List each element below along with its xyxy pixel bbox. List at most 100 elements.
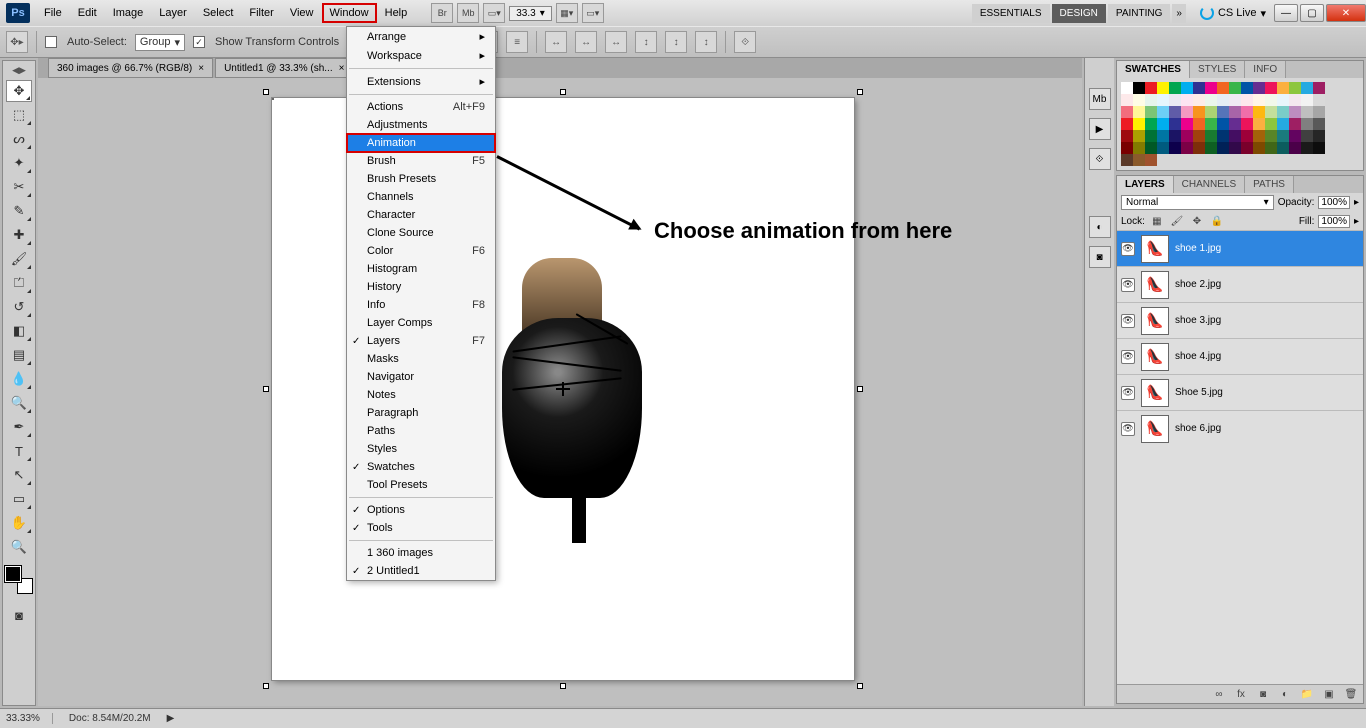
distribute-icon[interactable]: ↕ bbox=[635, 31, 657, 53]
lasso-tool[interactable]: ᔕ bbox=[6, 128, 32, 150]
layer-row[interactable]: 👁👠shoe 2.jpg bbox=[1117, 266, 1363, 302]
swatch[interactable] bbox=[1229, 142, 1241, 154]
swatch[interactable] bbox=[1241, 118, 1253, 130]
swatch[interactable] bbox=[1145, 142, 1157, 154]
distribute-icon[interactable]: ↔ bbox=[605, 31, 627, 53]
swatch[interactable] bbox=[1313, 118, 1325, 130]
blur-tool[interactable]: 💧 bbox=[6, 368, 32, 390]
collapse-icon[interactable]: ◀▶ bbox=[12, 65, 26, 76]
group-icon[interactable]: 📁 bbox=[1299, 687, 1315, 701]
quickmask-icon[interactable]: ◙ bbox=[6, 604, 32, 626]
menu-item-layer-comps[interactable]: Layer Comps bbox=[347, 314, 495, 332]
swatch[interactable] bbox=[1265, 118, 1277, 130]
swatch[interactable] bbox=[1157, 142, 1169, 154]
menu-image[interactable]: Image bbox=[105, 3, 152, 23]
swatch[interactable] bbox=[1205, 118, 1217, 130]
swatch[interactable] bbox=[1145, 82, 1157, 94]
swatch[interactable] bbox=[1241, 142, 1253, 154]
status-zoom[interactable]: 33.33% bbox=[6, 713, 53, 724]
swatch[interactable] bbox=[1229, 106, 1241, 118]
layer-thumbnail[interactable]: 👠 bbox=[1141, 235, 1169, 263]
menu-item-character[interactable]: Character bbox=[347, 206, 495, 224]
swatch[interactable] bbox=[1277, 82, 1289, 94]
swatch[interactable] bbox=[1121, 82, 1133, 94]
layer-fx-icon[interactable]: fx bbox=[1233, 687, 1249, 701]
canvas-area[interactable] bbox=[38, 78, 1082, 706]
stamp-tool[interactable]: ⏍ bbox=[6, 272, 32, 294]
close-button[interactable]: ✕ bbox=[1326, 4, 1366, 22]
menu-item-actions[interactable]: ActionsAlt+F9 bbox=[347, 98, 495, 116]
menu-item-paragraph[interactable]: Paragraph bbox=[347, 404, 495, 422]
status-arrow-icon[interactable]: ▶ bbox=[167, 713, 175, 724]
layer-row[interactable]: 👁👠shoe 4.jpg bbox=[1117, 338, 1363, 374]
move-tool-icon[interactable]: ✥▸ bbox=[6, 31, 28, 53]
marquee-tool[interactable]: ⬚ bbox=[6, 104, 32, 126]
swatch[interactable] bbox=[1181, 82, 1193, 94]
lock-all-icon[interactable]: 🔒 bbox=[1209, 214, 1225, 228]
maximize-button[interactable]: ▢ bbox=[1300, 4, 1324, 22]
swatch[interactable] bbox=[1193, 94, 1205, 106]
distribute-icon[interactable]: ↔ bbox=[575, 31, 597, 53]
menu-item-notes[interactable]: Notes bbox=[347, 386, 495, 404]
opacity-arrow[interactable]: ▸ bbox=[1354, 197, 1359, 208]
swatch[interactable] bbox=[1145, 106, 1157, 118]
doc-tab[interactable]: 360 images @ 66.7% (RGB/8)× bbox=[48, 58, 213, 78]
zoom-tool[interactable]: 🔍 bbox=[6, 536, 32, 558]
swatch[interactable] bbox=[1133, 142, 1145, 154]
gradient-tool[interactable]: ▤ bbox=[6, 344, 32, 366]
swatch[interactable] bbox=[1121, 118, 1133, 130]
swatch[interactable] bbox=[1253, 142, 1265, 154]
eyedropper-tool[interactable]: ✎ bbox=[6, 200, 32, 222]
menu-item-extensions[interactable]: Extensions▸ bbox=[347, 72, 495, 91]
menu-item-channels[interactable]: Channels bbox=[347, 188, 495, 206]
shape-tool[interactable]: ▭ bbox=[6, 488, 32, 510]
swatch[interactable] bbox=[1121, 94, 1133, 106]
swatch[interactable] bbox=[1217, 82, 1229, 94]
layer-thumbnail[interactable]: 👠 bbox=[1141, 343, 1169, 371]
type-tool[interactable]: T bbox=[6, 440, 32, 462]
swatch[interactable] bbox=[1181, 94, 1193, 106]
swatch[interactable] bbox=[1253, 94, 1265, 106]
swatch[interactable] bbox=[1289, 118, 1301, 130]
minibridge-dock-icon[interactable]: Mb bbox=[1089, 88, 1111, 110]
swatch[interactable] bbox=[1229, 82, 1241, 94]
swatch[interactable] bbox=[1313, 142, 1325, 154]
menu-file[interactable]: File bbox=[36, 3, 70, 23]
layer-thumbnail[interactable]: 👠 bbox=[1141, 307, 1169, 335]
lock-pixels-icon[interactable]: 🖌 bbox=[1169, 214, 1185, 228]
close-icon[interactable]: × bbox=[339, 63, 345, 74]
swatch[interactable] bbox=[1181, 106, 1193, 118]
menu-item-brush[interactable]: BrushF5 bbox=[347, 152, 495, 170]
swatch[interactable] bbox=[1157, 118, 1169, 130]
history-brush-tool[interactable]: ↺ bbox=[6, 296, 32, 318]
autoselect-dropdown[interactable]: Group▾ bbox=[135, 34, 185, 51]
menu-item-2-untitled1[interactable]: 2 Untitled1 bbox=[347, 562, 495, 580]
swatch[interactable] bbox=[1157, 94, 1169, 106]
swatch[interactable] bbox=[1289, 130, 1301, 142]
heal-tool[interactable]: ✚ bbox=[6, 224, 32, 246]
swatch[interactable] bbox=[1253, 130, 1265, 142]
move-tool[interactable]: ✥ bbox=[6, 80, 32, 102]
minibridge-icon[interactable]: Mb bbox=[457, 3, 479, 23]
layer-thumbnail[interactable]: 👠 bbox=[1141, 271, 1169, 299]
swatch[interactable] bbox=[1133, 154, 1145, 166]
opacity-input[interactable]: 100% bbox=[1318, 196, 1350, 209]
panel-tab-channels[interactable]: CHANNELS bbox=[1174, 176, 1245, 193]
swatch[interactable] bbox=[1133, 118, 1145, 130]
swatch[interactable] bbox=[1169, 106, 1181, 118]
menu-item-history[interactable]: History bbox=[347, 278, 495, 296]
swatch[interactable] bbox=[1217, 130, 1229, 142]
adjustment-layer-icon[interactable]: ◐ bbox=[1277, 687, 1293, 701]
visibility-icon[interactable]: 👁 bbox=[1121, 242, 1135, 256]
swatch[interactable] bbox=[1193, 142, 1205, 154]
swatch[interactable] bbox=[1277, 130, 1289, 142]
swatch[interactable] bbox=[1145, 118, 1157, 130]
swatch[interactable] bbox=[1313, 82, 1325, 94]
screen-icon[interactable]: ▭▾ bbox=[582, 3, 604, 23]
doc-tab[interactable]: Untitled1 @ 33.3% (sh...× bbox=[215, 58, 353, 78]
menu-item-options[interactable]: Options bbox=[347, 501, 495, 519]
crop-tool[interactable]: ✂ bbox=[6, 176, 32, 198]
panel-tab-styles[interactable]: STYLES bbox=[1190, 61, 1245, 78]
swatch[interactable] bbox=[1193, 118, 1205, 130]
swatch[interactable] bbox=[1301, 94, 1313, 106]
